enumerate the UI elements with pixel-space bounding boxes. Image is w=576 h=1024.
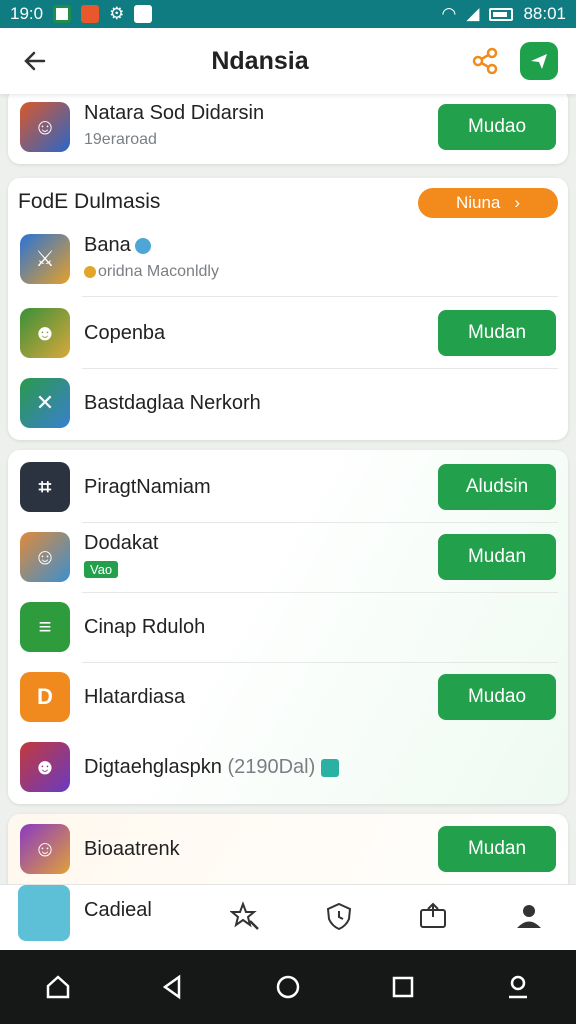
niuna-pill-button[interactable]: Niuna ›: [418, 188, 558, 218]
list-item[interactable]: ☻ Digtaehglaspkn (2190Dal): [8, 732, 568, 802]
list-item[interactable]: ☺ Dodakat Vao Mudan: [8, 522, 568, 592]
section-card-3: ☺ Bioaatrenk Mudan: [8, 814, 568, 884]
verified-icon: [134, 237, 151, 254]
item-name: Hlatardiasa: [84, 686, 186, 708]
list-item[interactable]: ⚔ Bana oridna Maconldly: [8, 224, 568, 294]
mudan-button[interactable]: Mudan: [438, 310, 556, 356]
aludsin-button[interactable]: Aludsin: [438, 464, 556, 510]
send-icon: [531, 54, 547, 69]
list-item[interactable]: ⌗ PiragtNamiam Aludsin: [8, 452, 568, 522]
list-item[interactable]: ≡ Cinap Rduloh: [8, 592, 568, 662]
game-avatar-icon: ☻: [20, 742, 70, 792]
mudao-button[interactable]: Mudao: [438, 674, 556, 720]
game-avatar-icon: ☻: [20, 308, 70, 358]
item-name: Bastdaglaa Nerkorh: [84, 392, 261, 414]
item-subtitle: oridna Maconldly: [98, 263, 219, 280]
section-card-2: ⌗ PiragtNamiam Aludsin ☺ Dodakat Vao Mud…: [8, 450, 568, 804]
coins-game-icon: ≡: [20, 602, 70, 652]
app-notification-icon: [81, 5, 100, 23]
system-back-button[interactable]: [153, 967, 193, 1007]
system-navigation-bar: [0, 950, 576, 1024]
person-icon: [509, 975, 528, 999]
circle-icon: [276, 975, 300, 999]
settings-notification-icon: ⚙: [109, 4, 125, 23]
game-avatar-icon: ☺: [20, 824, 70, 874]
divider: [82, 296, 558, 297]
item-name: PiragtNamiam: [84, 476, 211, 498]
library-icon: [420, 902, 446, 928]
pill-label: Niuna: [455, 193, 501, 212]
share-icon: [472, 47, 498, 75]
item-name: Cinap Rduloh: [84, 616, 206, 638]
item-name: Digtaehglaspkn: [84, 756, 222, 778]
item-count: (2190Dal): [227, 756, 316, 778]
back-triangle-icon: [162, 974, 181, 1000]
sword-game-icon: ✕: [20, 378, 70, 428]
coin-icon: [84, 265, 96, 278]
item-name: Bioaatrenk: [84, 838, 180, 860]
system-recents-button[interactable]: [383, 967, 423, 1007]
item-name: Copenba: [84, 322, 166, 344]
game-avatar-icon: ⌗: [20, 462, 70, 512]
system-home-button[interactable]: [38, 967, 78, 1007]
nav-history-button[interactable]: [322, 899, 356, 933]
star-wand-icon: [230, 901, 259, 930]
mudan-button[interactable]: Mudan: [438, 826, 556, 872]
content-list[interactable]: ☺ Natara Sod Didarsin 19eraroad Mudao Fo…: [0, 94, 576, 884]
nav-explore-button[interactable]: [228, 899, 262, 933]
version-badge: Vao: [84, 561, 119, 578]
nav-library-button[interactable]: [416, 899, 450, 933]
square-icon: [392, 976, 414, 998]
status-bar: 19:0 ⚙ ◠ ◢ 88:01: [0, 0, 576, 28]
nav-profile-button[interactable]: [512, 899, 546, 933]
send-button[interactable]: [520, 42, 558, 80]
list-item[interactable]: ☺ Bioaatrenk Mudan: [8, 814, 568, 884]
item-name: Bana: [84, 234, 131, 256]
item-name: Natara Sod Didarsin: [84, 102, 265, 124]
clock-shield-icon: [326, 902, 352, 931]
chevron-right-icon: ›: [514, 193, 521, 212]
status-clock: 88:01: [523, 4, 566, 23]
list-item[interactable]: ☻ Copenba Mudan: [8, 298, 568, 368]
current-app-label: Cadieal: [84, 899, 152, 921]
battery-icon: [489, 7, 514, 21]
mudao-button[interactable]: Mudao: [438, 104, 556, 150]
section-card-1: FodE Dulmasis Niuna › ⚔ Bana oridna Maco…: [8, 178, 568, 440]
app-header: Ndansia: [0, 28, 576, 94]
current-app-avatar[interactable]: [18, 885, 70, 941]
system-circle-button[interactable]: [268, 967, 308, 1007]
item-name: Dodakat: [84, 532, 159, 554]
item-subtitle: 19eraroad: [84, 131, 157, 148]
game-avatar-icon: ☺: [20, 532, 70, 582]
photos-notification-icon: [53, 5, 72, 23]
list-item[interactable]: ✕ Bastdaglaa Nerkorh: [8, 368, 568, 438]
back-arrow-icon: [24, 51, 46, 71]
share-button[interactable]: [468, 44, 502, 78]
game-avatar-icon: ⚔: [20, 234, 70, 284]
download-notification-icon: [134, 5, 153, 23]
mudan-button[interactable]: Mudan: [438, 534, 556, 580]
profile-icon: [517, 905, 541, 928]
game-avatar-icon: ☺: [20, 102, 70, 152]
section-title: FodE Dulmasis: [18, 190, 161, 213]
top-item-card: ☺ Natara Sod Didarsin 19eraroad Mudao: [8, 94, 568, 164]
bottom-navigation: Cadieal: [0, 884, 576, 950]
system-assistant-button[interactable]: [498, 967, 538, 1007]
wifi-icon: ◠: [441, 4, 457, 23]
home-icon: [46, 975, 69, 999]
status-time: 19:0: [10, 4, 44, 23]
page-title: Ndansia: [211, 46, 309, 75]
signal-icon: ◢: [466, 4, 480, 23]
list-item[interactable]: D Hlatardiasa Mudao: [8, 662, 568, 732]
tag-icon: [321, 758, 340, 777]
list-item[interactable]: ☺ Natara Sod Didarsin 19eraroad Mudao: [8, 94, 568, 162]
letter-d-icon: D: [20, 672, 70, 722]
back-button[interactable]: [18, 44, 52, 78]
